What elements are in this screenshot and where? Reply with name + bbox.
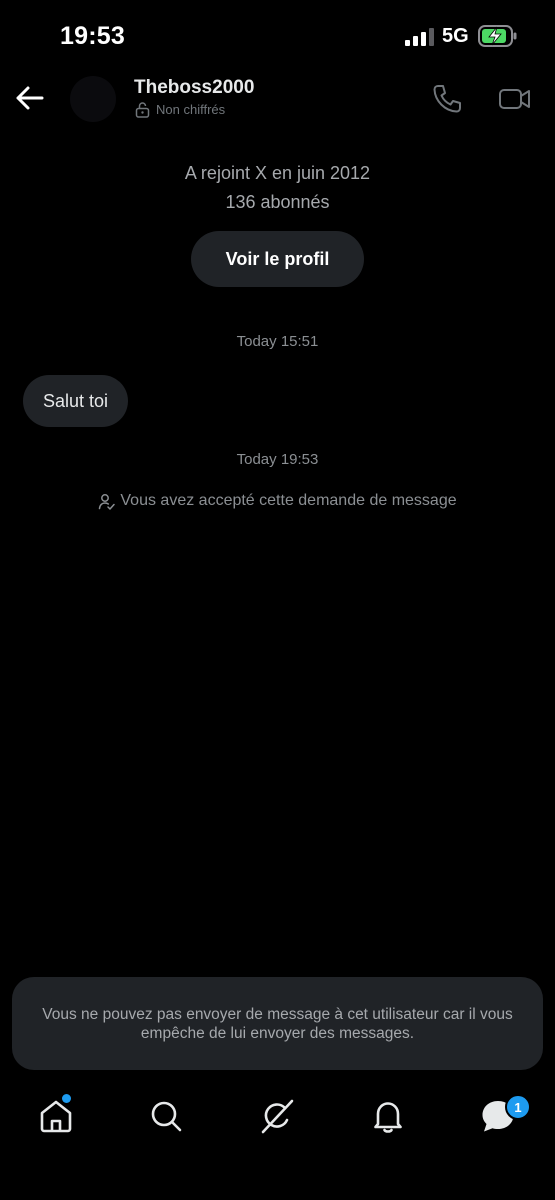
home-icon[interactable] — [36, 1096, 76, 1136]
avatar[interactable] — [70, 76, 116, 122]
network-type: 5G — [442, 25, 469, 47]
follower-count: 136 abonnés — [225, 192, 330, 212]
encryption-status: Non chiffrés — [135, 101, 225, 118]
grok-icon[interactable] — [257, 1096, 297, 1136]
blocked-message-notice: Vous ne pouvez pas envoyer de message à … — [12, 977, 543, 1070]
event-timestamp: Today 19:53 — [236, 451, 319, 468]
request-accepted-notice: Vous avez accepté cette demande de messa… — [0, 492, 555, 510]
person-check-icon — [99, 493, 116, 510]
lock-open-icon — [135, 102, 150, 118]
message-timestamp: Today 15:51 — [236, 333, 319, 350]
bell-icon[interactable] — [368, 1096, 408, 1136]
battery-charging-icon — [478, 25, 517, 47]
back-arrow-icon[interactable] — [14, 84, 44, 112]
video-camera-icon[interactable] — [498, 84, 532, 114]
request-accepted-text: Vous avez accepté cette demande de messa… — [120, 492, 457, 509]
status-time: 19:53 — [60, 22, 125, 50]
received-message-bubble[interactable]: Salut toi — [23, 375, 129, 427]
joined-date: A rejoint X en juin 2012 — [184, 163, 371, 183]
encryption-label: Non chiffrés — [156, 102, 226, 117]
chat-username[interactable]: Theboss2000 — [134, 77, 254, 99]
view-profile-button[interactable]: Voir le profil — [191, 231, 364, 287]
search-icon[interactable] — [146, 1096, 186, 1136]
phone-icon[interactable] — [430, 82, 464, 116]
home-unread-dot — [62, 1094, 71, 1103]
messages-badge: 1 — [505, 1094, 531, 1120]
blocked-notice-text: Vous ne pouvez pas envoyer de message à … — [42, 1005, 513, 1042]
cellular-signal-icon — [405, 28, 434, 46]
